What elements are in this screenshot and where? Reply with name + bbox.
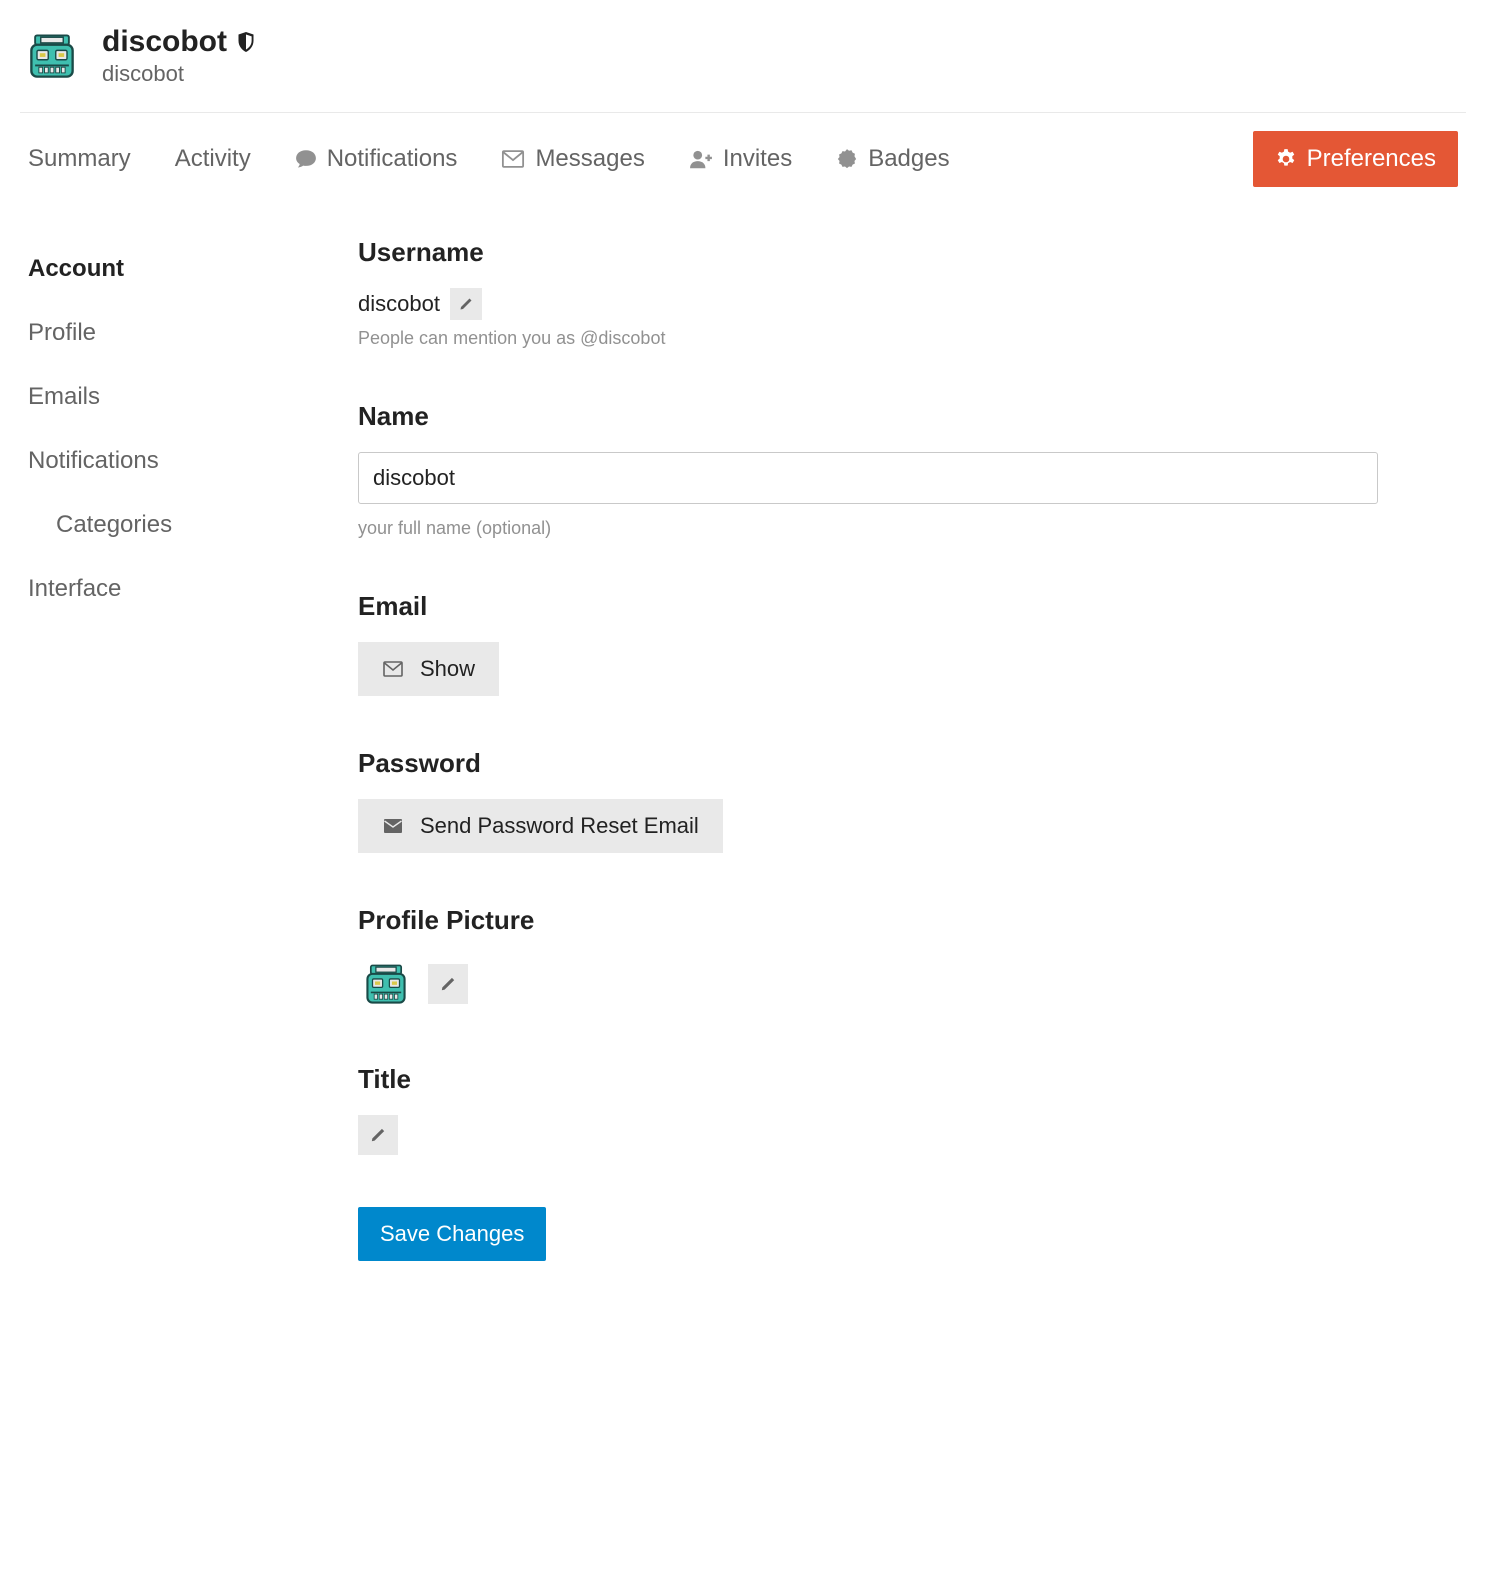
edit-profile-picture-button[interactable] [428, 964, 468, 1004]
pencil-icon [439, 975, 457, 993]
pencil-icon [369, 1126, 387, 1144]
section-heading: Password [358, 748, 1378, 779]
profile-picture-preview [358, 956, 414, 1012]
show-email-button[interactable]: Show [358, 642, 499, 696]
avatar [20, 24, 84, 88]
name-input[interactable] [358, 452, 1378, 504]
shield-icon [237, 32, 255, 52]
section-email: Email Show [358, 591, 1378, 696]
account-form: Username discobot People can mention you… [358, 237, 1378, 1261]
edit-username-button[interactable] [450, 288, 482, 320]
tab-summary[interactable]: Summary [28, 135, 131, 183]
section-title: Title [358, 1064, 1378, 1155]
tab-label: Invites [723, 145, 792, 173]
envelope-icon [382, 818, 404, 834]
top-nav: Summary Activity Notifications Messages … [20, 131, 1466, 187]
comment-icon [295, 149, 317, 169]
username-hint: People can mention you as @discobot [358, 328, 1378, 349]
section-heading: Username [358, 237, 1378, 268]
section-heading: Name [358, 401, 1378, 432]
edit-title-button[interactable] [358, 1115, 398, 1155]
user-header: discobot discobot [20, 24, 1466, 112]
tab-badges[interactable]: Badges [836, 135, 949, 183]
sidebar-item-profile[interactable]: Profile [28, 301, 268, 365]
tab-label: Notifications [327, 145, 458, 173]
section-password: Password Send Password Reset Email [358, 748, 1378, 853]
tab-label: Summary [28, 145, 131, 173]
name-hint: your full name (optional) [358, 518, 1378, 539]
envelope-icon [382, 661, 404, 677]
tab-activity[interactable]: Activity [175, 135, 251, 183]
button-label: Send Password Reset Email [420, 813, 699, 839]
username-value: discobot [358, 291, 440, 317]
envelope-icon [501, 150, 525, 168]
form-actions: Save Changes [358, 1207, 1378, 1261]
section-heading: Profile Picture [358, 905, 1378, 936]
sidebar-item-categories[interactable]: Categories [28, 493, 268, 557]
tab-messages[interactable]: Messages [501, 135, 644, 183]
pencil-icon [458, 296, 474, 312]
tab-label: Badges [868, 145, 949, 173]
button-label: Save Changes [380, 1221, 524, 1246]
button-label: Show [420, 656, 475, 682]
section-heading: Email [358, 591, 1378, 622]
tab-label: Messages [535, 145, 644, 173]
tab-notifications[interactable]: Notifications [295, 135, 458, 183]
section-profile-picture: Profile Picture [358, 905, 1378, 1012]
sidebar-item-emails[interactable]: Emails [28, 365, 268, 429]
header-username: discobot [102, 61, 255, 87]
tab-preferences[interactable]: Preferences [1253, 131, 1458, 187]
save-changes-button[interactable]: Save Changes [358, 1207, 546, 1261]
tab-label: Activity [175, 145, 251, 173]
gear-icon [1275, 148, 1297, 170]
certificate-icon [836, 148, 858, 170]
sidebar-item-interface[interactable]: Interface [28, 557, 268, 621]
divider [20, 112, 1466, 113]
tab-label: Preferences [1307, 145, 1436, 173]
section-name: Name your full name (optional) [358, 401, 1378, 539]
sidebar-item-notifications[interactable]: Notifications [28, 429, 268, 493]
preferences-sidebar: Account Profile Emails Notifications Cat… [28, 237, 268, 1261]
section-heading: Title [358, 1064, 1378, 1095]
sidebar-item-account[interactable]: Account [28, 237, 268, 301]
display-name: discobot [102, 25, 227, 59]
user-plus-icon [689, 149, 713, 169]
send-password-reset-button[interactable]: Send Password Reset Email [358, 799, 723, 853]
tab-invites[interactable]: Invites [689, 135, 792, 183]
section-username: Username discobot People can mention you… [358, 237, 1378, 349]
